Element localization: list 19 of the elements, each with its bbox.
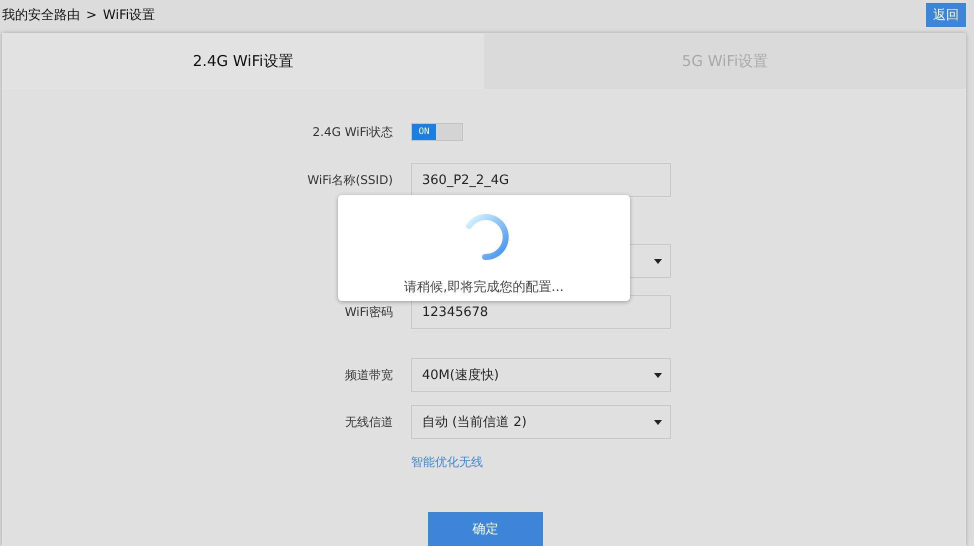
field-label: 频道带宽 [344,366,393,384]
back-button[interactable]: 返回 [926,3,966,27]
caret-icon [654,258,662,264]
field-label: 无线信道 [344,414,393,430]
tab[interactable]: 2.4G WiFi设置 [2,33,484,89]
field-label: WiFi密码 [344,304,393,320]
loading-message: 请稍候,即将完成您的配置... [404,279,564,296]
caret-icon [654,420,662,424]
input-field[interactable]: 360_P2_2_4G [411,163,671,197]
breadcrumb-item: > [86,8,97,22]
field-label: WiFi名称(SSID) [306,172,393,188]
breadcrumb-item: 我的安全路由 [2,7,80,24]
confirm-button[interactable]: 确定 [428,512,543,546]
field-label: 2.4G WiFi状态 [312,124,393,140]
caret-icon [654,372,662,378]
toggle-switch[interactable]: ON [411,123,463,141]
breadcrumb-item: WiFi设置 [102,7,156,24]
dropdown[interactable]: 40M(速度快) [411,358,671,392]
dropdown[interactable]: 自动 (当前信道 2) [411,405,671,439]
